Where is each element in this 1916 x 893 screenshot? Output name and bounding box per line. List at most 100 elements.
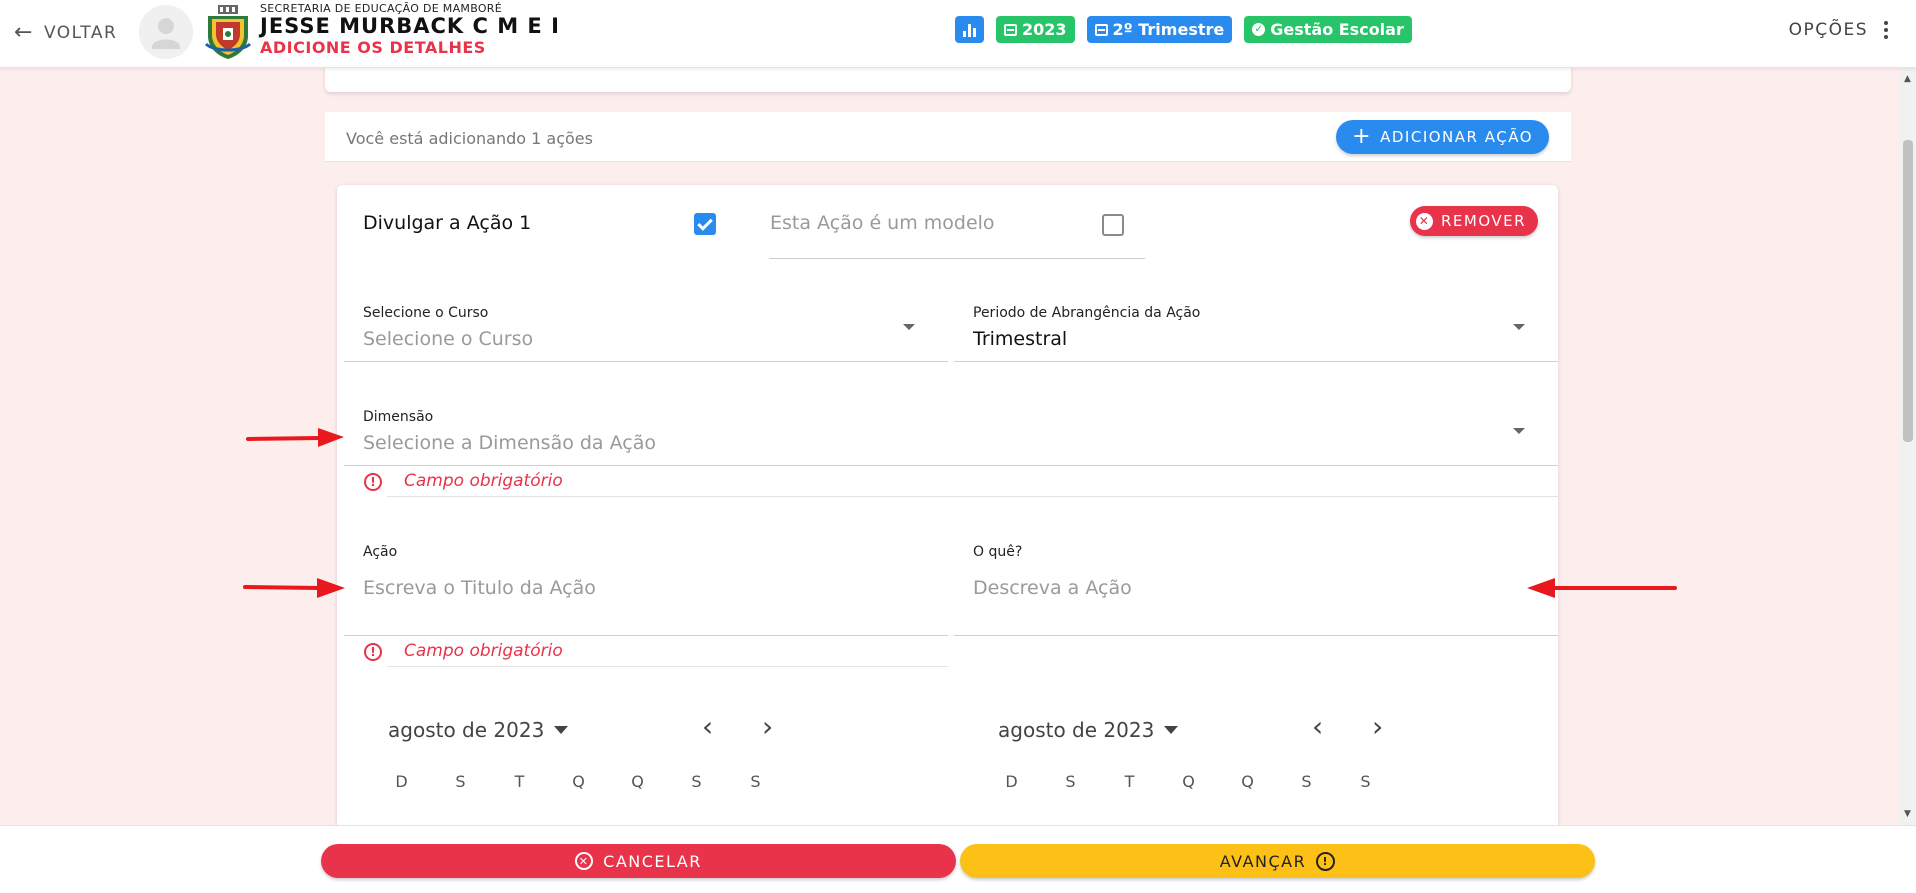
period-underline bbox=[954, 361, 1558, 362]
annotation-arrow-right-icon bbox=[243, 578, 345, 598]
add-action-label: ADICIONAR AÇÃO bbox=[1380, 128, 1533, 146]
course-underline bbox=[344, 361, 948, 362]
weekday-label: Q bbox=[631, 772, 644, 791]
weekday-header: D S T Q Q S S bbox=[982, 772, 1395, 791]
municipal-crest-icon bbox=[204, 5, 252, 59]
weekday-label: T bbox=[1124, 772, 1135, 791]
more-vertical-icon bbox=[1884, 21, 1888, 39]
caret-down-icon bbox=[554, 726, 569, 734]
weekday-label: D bbox=[395, 772, 408, 791]
publish-action-label: Divulgar a Ação 1 bbox=[363, 212, 532, 234]
dimension-error: Campo obrigatório bbox=[404, 471, 563, 491]
bottom-action-bar: ✕ CANCELAR AVANÇAR ! bbox=[0, 825, 1916, 893]
next-button[interactable]: AVANÇAR ! bbox=[960, 844, 1595, 878]
chevron-down-icon bbox=[1513, 324, 1525, 330]
chevron-left-icon[interactable]: ‹ bbox=[702, 713, 713, 741]
cancel-label: CANCELAR bbox=[603, 851, 702, 871]
weekday-label: T bbox=[514, 772, 525, 791]
weekday-label: D bbox=[1005, 772, 1018, 791]
what-label: O quê? bbox=[973, 544, 1023, 560]
module-chip[interactable]: ✓ Gestão Escolar bbox=[1244, 16, 1412, 43]
scroll-down-icon[interactable]: ▼ bbox=[1904, 809, 1911, 819]
weekday-label: Q bbox=[572, 772, 585, 791]
user-icon bbox=[152, 18, 180, 49]
annotation-arrow-right-icon bbox=[246, 428, 344, 447]
chart-chip[interactable] bbox=[955, 16, 984, 43]
what-placeholder: Descreva a Ação bbox=[973, 577, 1132, 599]
month-selector[interactable]: agosto de 2023 bbox=[388, 718, 569, 742]
action-underline bbox=[344, 635, 948, 636]
page-scrollbar[interactable]: ▲ ▼ bbox=[1900, 68, 1916, 825]
action-error-underline bbox=[387, 666, 948, 667]
back-label: VOLTAR bbox=[43, 23, 118, 43]
avatar[interactable] bbox=[139, 5, 193, 59]
dimension-error-underline bbox=[387, 496, 1558, 497]
add-action-button[interactable]: + ADICIONAR AÇÃO bbox=[1336, 120, 1549, 154]
action-card: Divulgar a Ação 1 Esta Ação é um modelo … bbox=[337, 185, 1558, 835]
annotation-arrow-left-icon bbox=[1527, 578, 1677, 598]
alert-circle-icon: ! bbox=[1316, 851, 1336, 871]
scroll-up-icon[interactable]: ▲ bbox=[1904, 74, 1911, 84]
weekday-label: S bbox=[750, 772, 761, 791]
dimension-placeholder: Selecione a Dimensão da Ação bbox=[363, 432, 656, 454]
period-value: Trimestral bbox=[973, 328, 1068, 350]
dimension-underline bbox=[344, 465, 1558, 466]
arrow-left-icon: ← bbox=[14, 20, 34, 45]
period-label: Periodo de Abrangência da Ação bbox=[973, 305, 1201, 321]
what-underline bbox=[954, 635, 1558, 636]
chevron-left-icon[interactable]: ‹ bbox=[1312, 713, 1323, 741]
cancel-button[interactable]: ✕ CANCELAR bbox=[321, 844, 956, 878]
top-bar: ← VOLTAR SECRETARIA DE EDUCAÇÃO DE MAMBO… bbox=[0, 0, 1916, 68]
context-chips: 2023 2º Trimestre ✓ Gestão Escolar bbox=[955, 16, 1412, 43]
back-button[interactable]: ← VOLTAR bbox=[14, 18, 117, 48]
month-selector[interactable]: agosto de 2023 bbox=[998, 718, 1179, 742]
caret-down-icon bbox=[1164, 726, 1179, 734]
chevron-right-icon[interactable]: › bbox=[1372, 713, 1383, 741]
calendar-icon bbox=[1004, 23, 1017, 36]
remove-action-button[interactable]: ✕ REMOVER bbox=[1410, 206, 1539, 236]
calendar-icon bbox=[1094, 23, 1108, 36]
chevron-down-icon bbox=[1513, 428, 1525, 434]
month-label: agosto de 2023 bbox=[998, 718, 1155, 742]
dimension-label: Dimensão bbox=[363, 409, 434, 425]
action-label: Ação bbox=[363, 544, 398, 560]
school-info: SECRETARIA DE EDUCAÇÃO DE MAMBORÉ JESSE … bbox=[260, 2, 560, 59]
action-placeholder: Escreva o Titulo da Ação bbox=[363, 577, 596, 599]
adding-actions-bar: Você está adicionando 1 ações + ADICIONA… bbox=[325, 112, 1571, 162]
trimester-label: 2º Trimestre bbox=[1112, 20, 1225, 39]
year-label: 2023 bbox=[1022, 20, 1067, 39]
chevron-right-icon[interactable]: › bbox=[762, 713, 773, 741]
plus-icon: + bbox=[1352, 124, 1373, 149]
weekday-label: S bbox=[1360, 772, 1371, 791]
check-circle-icon: ✓ bbox=[1252, 23, 1266, 36]
chevron-down-icon bbox=[903, 324, 915, 330]
options-label: OPÇÕES bbox=[1788, 20, 1868, 40]
weekday-label: S bbox=[1301, 772, 1312, 791]
model-action-label: Esta Ação é um modelo bbox=[770, 212, 995, 234]
weekday-label: Q bbox=[1182, 772, 1195, 791]
weekday-label: S bbox=[691, 772, 702, 791]
error-icon: ! bbox=[364, 473, 382, 491]
action-error: Campo obrigatório bbox=[404, 641, 563, 661]
error-icon: ! bbox=[364, 643, 382, 661]
course-placeholder: Selecione o Curso bbox=[363, 328, 534, 350]
publish-action-checkbox[interactable] bbox=[694, 213, 716, 235]
trimester-chip[interactable]: 2º Trimestre bbox=[1086, 16, 1233, 43]
school-name: JESSE MURBACK C M E I bbox=[260, 14, 560, 38]
page-subtitle: ADICIONE OS DETALHES bbox=[260, 38, 486, 57]
module-label: Gestão Escolar bbox=[1270, 20, 1404, 39]
weekday-label: S bbox=[455, 772, 466, 791]
year-chip[interactable]: 2023 bbox=[996, 16, 1075, 43]
options-menu-button[interactable]: OPÇÕES bbox=[1789, 20, 1888, 40]
chart-icon bbox=[963, 23, 976, 37]
adding-count-text: Você está adicionando 1 ações bbox=[346, 129, 593, 148]
scrollbar-thumb[interactable] bbox=[1903, 140, 1913, 442]
close-circle-icon: ✕ bbox=[1416, 212, 1433, 230]
month-label: agosto de 2023 bbox=[388, 718, 545, 742]
remove-label: REMOVER bbox=[1441, 212, 1527, 230]
weekday-header: D S T Q Q S S bbox=[372, 772, 785, 791]
weekday-label: Q bbox=[1241, 772, 1254, 791]
model-underline bbox=[769, 258, 1145, 259]
weekday-label: S bbox=[1065, 772, 1076, 791]
model-action-checkbox[interactable] bbox=[1102, 214, 1124, 236]
